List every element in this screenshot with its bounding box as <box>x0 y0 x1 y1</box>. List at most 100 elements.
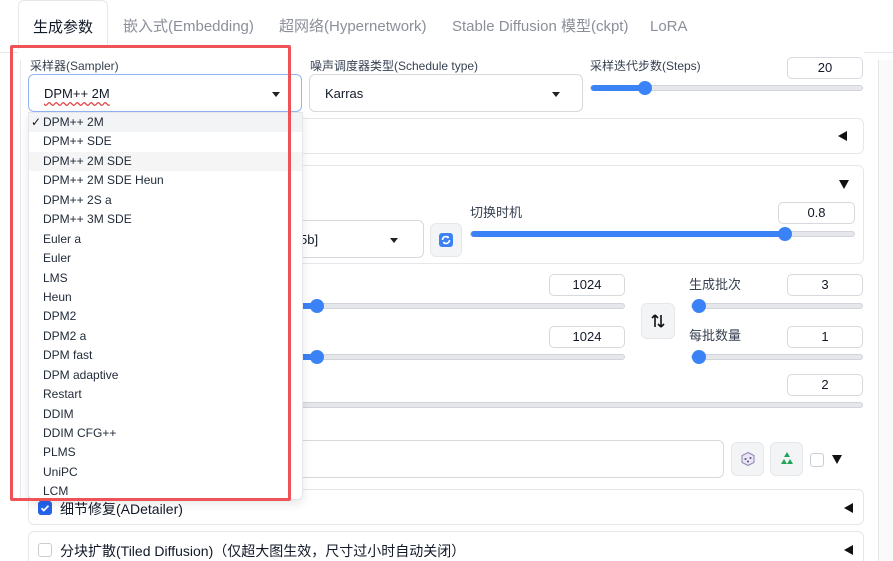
sampler-option[interactable]: DPM adaptive <box>29 366 302 385</box>
collapse-arrow-icon[interactable] <box>838 131 847 141</box>
sampler-option[interactable]: DPM2 <box>29 307 302 326</box>
sampler-option-label: UniPC <box>43 464 78 479</box>
sampler-option[interactable]: Euler a <box>29 230 302 249</box>
chevron-down-icon <box>272 92 280 97</box>
batch-count-slider-thumb[interactable] <box>691 299 706 313</box>
height-slider-thumb[interactable] <box>309 350 324 364</box>
sampler-option[interactable]: ✓ DPM++ 2M <box>29 113 302 133</box>
sampler-option-label: DPM adaptive <box>43 367 119 382</box>
height-number-input[interactable]: 1024 <box>549 326 625 348</box>
swap-dimensions-button[interactable] <box>641 303 675 339</box>
sampler-option-label: Euler a <box>43 231 82 246</box>
check-icon <box>40 505 50 512</box>
expand-arrow-icon[interactable] <box>839 180 849 189</box>
sampler-option-label: DPM2 <box>43 309 77 324</box>
sampler-label: 采样器(Sampler) <box>30 59 119 73</box>
sampler-option-label: DPM fast <box>43 348 93 363</box>
schedule-type-value: Karras <box>325 86 364 101</box>
extra-seed-checkbox[interactable] <box>810 453 824 467</box>
sampler-select[interactable]: DPM++ 2M <box>28 74 302 112</box>
refresh-button[interactable] <box>430 223 462 257</box>
tiled-diffusion-section[interactable]: 分块扩散(Tiled Diffusion)（仅超大图生效，尺寸过小时自动关闭） <box>28 531 864 561</box>
steps-number-input[interactable]: 20 <box>787 57 863 79</box>
refiner-model-select[interactable]: 5b] <box>290 220 424 258</box>
collapse-arrow-icon[interactable] <box>844 545 853 555</box>
height-slider[interactable] <box>290 350 625 364</box>
adetailer-checkbox[interactable] <box>38 501 52 515</box>
reuse-seed-button[interactable] <box>770 442 803 476</box>
batch-count-slider[interactable] <box>691 299 863 313</box>
schedule-type-label: 噪声调度器类型(Schedule type) <box>310 59 479 73</box>
sampler-option-label: Restart <box>43 387 82 402</box>
sampler-option-label: DPM++ 3M SDE <box>43 212 132 227</box>
sampler-option-label: DDIM CFG++ <box>43 426 117 440</box>
sampler-option[interactable]: DPM2 a <box>29 327 302 346</box>
sampler-option-label: PLMS <box>43 445 76 460</box>
sampler-option-label: DPM++ 2M SDE <box>43 153 132 168</box>
width-number-input[interactable]: 1024 <box>549 274 625 296</box>
extra-seed-expand-icon[interactable] <box>832 455 842 464</box>
switch-at-slider-thumb[interactable] <box>778 227 793 241</box>
sampler-option[interactable]: Restart <box>29 385 302 404</box>
steps-label: 采样迭代步数(Steps) <box>590 59 701 73</box>
dice-icon <box>741 451 754 467</box>
random-seed-button[interactable] <box>731 442 764 476</box>
chevron-down-icon <box>552 92 560 97</box>
swap-arrows-icon <box>651 314 665 328</box>
steps-slider-fill <box>591 85 646 91</box>
collapse-arrow-icon[interactable] <box>844 503 853 513</box>
checkmark-icon: ✓ <box>31 115 42 129</box>
sampler-option-label: Heun <box>43 289 72 304</box>
batch-size-number-input[interactable]: 1 <box>787 326 863 348</box>
steps-slider[interactable] <box>590 81 863 95</box>
switch-at-slider[interactable] <box>470 227 855 241</box>
sampler-option[interactable]: Euler <box>29 249 302 268</box>
batch-size-label: 每批数量 <box>689 328 742 343</box>
sampler-option-label: DPM++ 2S a <box>43 192 112 207</box>
refresh-icon <box>439 233 453 247</box>
sampler-option-label: DPM++ 2M SDE Heun <box>43 173 164 188</box>
sampler-dropdown-list: ✓ DPM++ 2M DPM++ SDE DPM++ 2M SDE DPM++ 2M S… <box>28 112 303 500</box>
sampler-option[interactable]: DPM++ 2S a <box>29 191 302 210</box>
width-slider-thumb[interactable] <box>309 299 324 313</box>
tiled-diffusion-checkbox[interactable] <box>38 543 52 557</box>
sampler-option-label: DPM++ SDE <box>43 134 112 149</box>
width-slider[interactable] <box>290 299 625 313</box>
sampler-option[interactable]: DPM++ 3M SDE <box>29 210 302 229</box>
seed-input[interactable] <box>290 440 724 478</box>
switch-at-label: 切换时机 <box>470 205 523 220</box>
batch-size-slider-thumb[interactable] <box>691 350 706 364</box>
sampler-option-label: LCM <box>43 484 69 499</box>
sampler-option[interactable]: Heun <box>29 288 302 307</box>
sampler-option-label: LMS <box>43 270 68 285</box>
tiled-diffusion-label: 分块扩散(Tiled Diffusion)（仅超大图生效，尺寸过小时自动关闭） <box>60 543 466 559</box>
batch-size-slider[interactable] <box>691 350 863 364</box>
adetailer-label: 细节修复(ADetailer) <box>60 501 183 517</box>
sampler-option[interactable]: DPM fast <box>29 346 302 365</box>
sampler-option[interactable]: DPM++ 2M SDE <box>29 151 302 172</box>
sampler-option[interactable]: DPM++ 2M SDE Heun <box>29 171 302 190</box>
sampler-option[interactable]: LMS <box>29 269 302 288</box>
sampler-option[interactable]: PLMS <box>29 443 302 462</box>
cfg-scale-slider[interactable] <box>290 402 863 408</box>
sampler-option[interactable]: LCM <box>29 482 302 499</box>
right-panel-edge <box>878 60 893 561</box>
sampler-option-label: DDIM <box>43 406 74 421</box>
sampler-option[interactable]: DDIM CFG++ <box>29 424 302 443</box>
sampler-option[interactable]: UniPC <box>29 463 302 482</box>
chevron-down-icon <box>390 238 398 243</box>
switch-at-number-input[interactable]: 0.8 <box>778 202 855 224</box>
schedule-type-select[interactable]: Karras <box>309 74 583 112</box>
recycle-icon <box>780 452 793 464</box>
left-panel-edge <box>20 60 28 500</box>
batch-count-number-input[interactable]: 3 <box>787 274 863 296</box>
sampler-value: DPM++ 2M <box>44 86 110 101</box>
sampler-option-label: Euler <box>43 251 72 266</box>
sampler-option-label: DPM++ 2M <box>43 115 104 129</box>
sampler-option[interactable]: DDIM <box>29 405 302 424</box>
switch-at-slider-fill <box>471 231 786 237</box>
cfg-scale-number-input[interactable]: 2 <box>787 374 863 396</box>
sampler-option-label: DPM2 a <box>43 328 87 343</box>
collapsed-section-1[interactable] <box>300 118 864 154</box>
sampler-option[interactable]: DPM++ SDE <box>29 132 302 151</box>
